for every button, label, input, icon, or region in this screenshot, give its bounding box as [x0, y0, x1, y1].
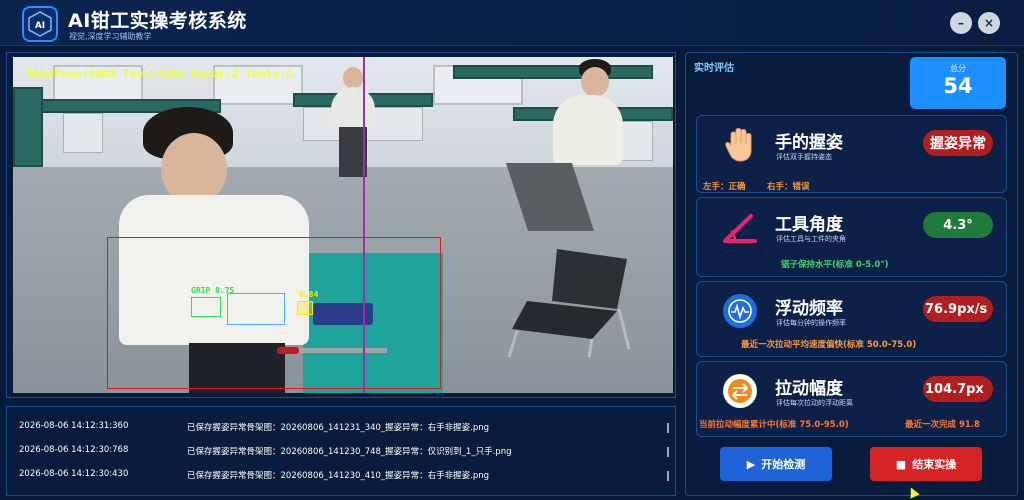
app-title: AI钳工实操考核系统: [68, 10, 247, 32]
card-tool-angle-badge: 4.3°: [923, 212, 993, 238]
video-panel: GRIP 0.75 0.84 HandPose:CUDA Tool:CUDA h…: [6, 52, 676, 398]
total-score-box: 总分 54: [910, 57, 1006, 109]
log-message: 已保存握姿异常骨架图：20260806_141230_410_握姿异常：右手非握…: [187, 471, 490, 481]
card-frequency-subtitle: 评估每分钟的操作频率: [776, 319, 846, 327]
scene-person-head: [343, 67, 363, 89]
scene-chair: [507, 249, 631, 358]
log-scrollbar[interactable]: [667, 447, 669, 457]
left-hand-status: 左手：正确: [703, 182, 746, 192]
log-entry: 2026-08-06 14:12:30:430 已保存握姿异常骨架图：20260…: [19, 469, 489, 483]
evaluation-label: 实时评估: [694, 63, 734, 74]
scene-bench-cabinet: [63, 113, 103, 153]
close-button[interactable]: ×: [978, 12, 1000, 34]
card-tool-angle-note: 锯子保持水平(标准 0-5.0°): [781, 260, 889, 270]
hand-detection-box: [191, 297, 221, 317]
target-detection-box: [297, 301, 313, 315]
right-hand-status: 右手：错误: [767, 182, 810, 192]
card-hand-posture: 手的握姿 评估双手握持姿态 握姿异常 左手：正确 右手：错误: [696, 115, 1007, 193]
hud-status-text: HandPose:CUDA Tool:CUDA hands:2 tools:1: [27, 67, 294, 80]
frequency-icon: [723, 294, 757, 328]
app-subtitle: 视觉,深度学习辅助教学: [69, 32, 152, 41]
app-logo: AI: [22, 6, 58, 42]
log-time: 2026-08-06 14:12:31:360: [19, 421, 129, 431]
end-practice-label: 结束实操: [912, 458, 957, 471]
start-detection-button[interactable]: ▶ 开始检测: [720, 447, 832, 481]
angle-icon: [723, 214, 757, 243]
card-amplitude-note: 当前拉动幅度累计中(标准 75.0-95.0): [699, 420, 849, 430]
tool-detection-box: [227, 293, 285, 325]
scene-bench: [13, 87, 43, 167]
card-hand-posture-badge: 握姿异常: [923, 130, 993, 156]
card-frequency-badge: 76.9px/s: [923, 296, 993, 322]
card-hand-posture-title: 手的握姿: [775, 133, 843, 153]
card-amplitude-title: 拉动幅度: [775, 379, 843, 399]
svg-text:AI: AI: [35, 21, 45, 31]
card-amplitude-subtitle: 评估每次拉动的浮动距离: [776, 399, 853, 407]
hand-detection-label: GRIP 0.75: [191, 286, 235, 295]
stop-icon: ■: [895, 457, 907, 471]
log-entry: 2026-08-06 14:12:30:768 已保存握姿异常骨架图：20260…: [19, 445, 511, 459]
log-message: 已保存握姿异常骨架图：20260806_141231_340_握姿异常：右手非握…: [187, 423, 490, 433]
card-frequency-note: 最近一次拉动平均速度偏快(标准 50.0-75.0): [741, 340, 917, 350]
minimize-button[interactable]: –: [950, 12, 972, 34]
log-panel: 2026-08-06 14:12:31:360 已保存握姿异常骨架图：20260…: [6, 406, 676, 496]
swap-icon: [723, 374, 757, 408]
card-frequency: 浮动频率 评估每分钟的操作频率 76.9px/s 最近一次拉动平均速度偏快(标准…: [696, 281, 1007, 357]
total-score-caption: 总分: [950, 64, 966, 73]
total-score-value: 54: [943, 74, 973, 98]
card-frequency-title: 浮动频率: [775, 299, 843, 319]
card-tool-angle-subtitle: 评估工具与工件的夹角: [776, 235, 846, 243]
card-tool-angle: 工具角度 评估工具与工件的夹角 4.3° 锯子保持水平(标准 0-5.0°): [696, 197, 1007, 277]
log-message: 已保存握姿异常骨架图：20260806_141230_748_握姿异常：仅识别到…: [187, 447, 512, 457]
hand-icon: [725, 127, 752, 162]
evaluation-panel: 实时评估 总分 54 手的握姿 评估双手握持姿态 握姿异常 左手：正确 右手：错…: [685, 52, 1018, 496]
card-amplitude: 拉动幅度 评估每次拉动的浮动距离 104.7px 当前拉动幅度累计中(标准 75…: [696, 361, 1007, 437]
end-practice-button[interactable]: ■ 结束实操: [870, 447, 982, 481]
card-amplitude-badge: 104.7px: [923, 376, 993, 402]
scene-person-body: [331, 87, 375, 127]
target-detection-label: 0.84: [299, 290, 319, 299]
start-detection-label: 开始检测: [761, 458, 806, 471]
log-scrollbar[interactable]: [667, 471, 669, 481]
camera-feed: GRIP 0.75 0.84 HandPose:CUDA Tool:CUDA h…: [13, 57, 673, 393]
title-bar: AI AI钳工实操考核系统 视觉,深度学习辅助教学 – ×: [0, 0, 1024, 46]
card-hand-posture-subtitle: 评估双手握持姿态: [776, 153, 832, 161]
scene-bench: [453, 65, 653, 79]
log-time: 2026-08-06 14:12:30:430: [19, 469, 129, 479]
ai-logo-icon: AI: [28, 11, 52, 37]
log-time: 2026-08-06 14:12:30:768: [19, 445, 129, 455]
log-entry: 2026-08-06 14:12:31:360 已保存握姿异常骨架图：20260…: [19, 421, 489, 435]
card-amplitude-last: 最近一次完成 91.8: [905, 420, 980, 430]
card-tool-angle-title: 工具角度: [775, 215, 843, 235]
scene-person-body: [553, 95, 623, 165]
scene-person-head: [581, 67, 609, 97]
play-icon: ▶: [746, 457, 756, 471]
log-scrollbar[interactable]: [667, 423, 669, 433]
